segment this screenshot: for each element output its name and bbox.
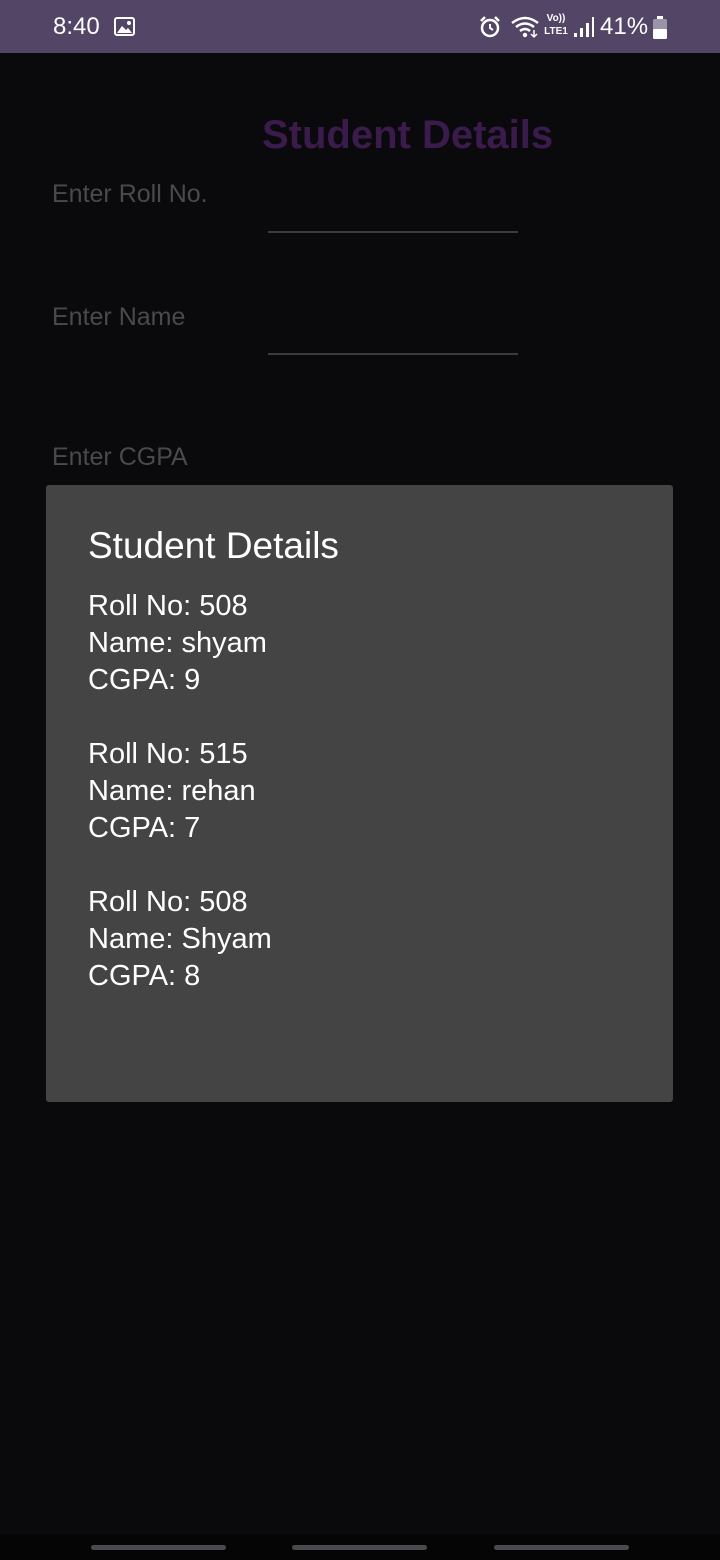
roll-no-label: Enter Roll No.: [52, 180, 208, 208]
status-time: 8:40: [53, 13, 100, 40]
name-label: Enter Name: [52, 303, 186, 331]
signal-icon: [574, 17, 594, 37]
student-details-dialog: Student Details Roll No: 508 Name: shyam…: [46, 485, 673, 1102]
alarm-icon: [480, 16, 500, 38]
home-button[interactable]: [292, 1545, 427, 1550]
volte-badge: Vo)) LTE1: [542, 12, 570, 42]
dialog-title: Student Details: [88, 525, 339, 566]
roll-no-input[interactable]: [268, 195, 518, 233]
battery-icon: [653, 16, 667, 39]
name-input[interactable]: [268, 317, 518, 355]
lte-label: LTE1: [544, 26, 568, 37]
gallery-icon: [114, 17, 135, 36]
cgpa-label: Enter CGPA: [52, 443, 188, 471]
back-button[interactable]: [494, 1545, 629, 1550]
dialog-message: Roll No: 508 Name: shyam CGPA: 9 Roll No…: [88, 590, 272, 992]
page-title: Student Details: [262, 113, 554, 157]
battery-percent: 41%: [600, 13, 649, 40]
wifi-icon: [511, 16, 539, 39]
navigation-bar: [0, 1534, 720, 1560]
volte-label: Vo)): [546, 13, 566, 24]
status-bar: 8:40 Vo)) LTE1 41%: [0, 0, 720, 53]
recents-button[interactable]: [91, 1545, 226, 1550]
